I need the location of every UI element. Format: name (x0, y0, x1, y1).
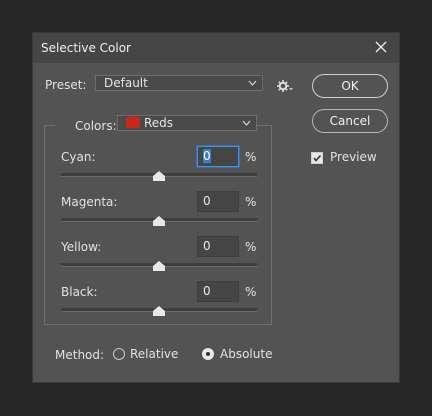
yellow-unit: % (245, 240, 257, 254)
method-label: Method: (55, 348, 105, 362)
colors-value: Reds (144, 116, 174, 130)
colors-legend: Colors: (55, 119, 123, 133)
relative-radio[interactable] (113, 348, 125, 360)
gear-icon[interactable] (277, 79, 293, 93)
yellow-input[interactable]: 0 (197, 236, 239, 257)
magenta-label: Magenta: (61, 195, 118, 209)
absolute-radio[interactable] (202, 348, 214, 360)
black-label: Black: (61, 285, 98, 299)
dialog-title: Selective Color (41, 41, 131, 55)
preset-label: Preset: (45, 78, 87, 92)
cancel-button[interactable]: Cancel (312, 109, 388, 133)
absolute-label[interactable]: Absolute (220, 347, 272, 361)
preset-value: Default (104, 76, 148, 90)
cyan-value: 0 (203, 149, 211, 163)
magenta-input[interactable]: 0 (197, 191, 239, 212)
cyan-unit: % (245, 150, 257, 164)
cyan-slider-thumb[interactable] (153, 171, 165, 181)
preset-dropdown[interactable]: Default (95, 75, 263, 91)
magenta-slider-thumb[interactable] (153, 216, 165, 226)
preview-label[interactable]: Preview (330, 150, 377, 164)
black-slider-thumb[interactable] (153, 306, 165, 316)
magenta-unit: % (245, 195, 257, 209)
yellow-label: Yellow: (61, 240, 102, 254)
relative-label[interactable]: Relative (130, 347, 178, 361)
colors-label: Colors: (75, 119, 117, 133)
selective-color-dialog: Selective Color Preset: Default OK Cance… (32, 32, 400, 383)
preview-checkbox[interactable] (311, 152, 323, 164)
checkmark-icon (313, 154, 322, 162)
title-bar: Selective Color (33, 33, 399, 63)
yellow-slider-thumb[interactable] (153, 261, 165, 271)
close-icon[interactable] (373, 39, 389, 55)
chevron-down-icon (248, 80, 257, 86)
color-swatch (126, 117, 140, 128)
black-input[interactable]: 0 (197, 281, 239, 302)
colors-dropdown[interactable]: Reds (117, 115, 257, 131)
chevron-down-icon (242, 120, 251, 126)
cyan-input[interactable]: 0 (197, 146, 239, 167)
ok-button[interactable]: OK (312, 74, 388, 98)
cyan-label: Cyan: (61, 150, 96, 164)
black-unit: % (245, 285, 257, 299)
